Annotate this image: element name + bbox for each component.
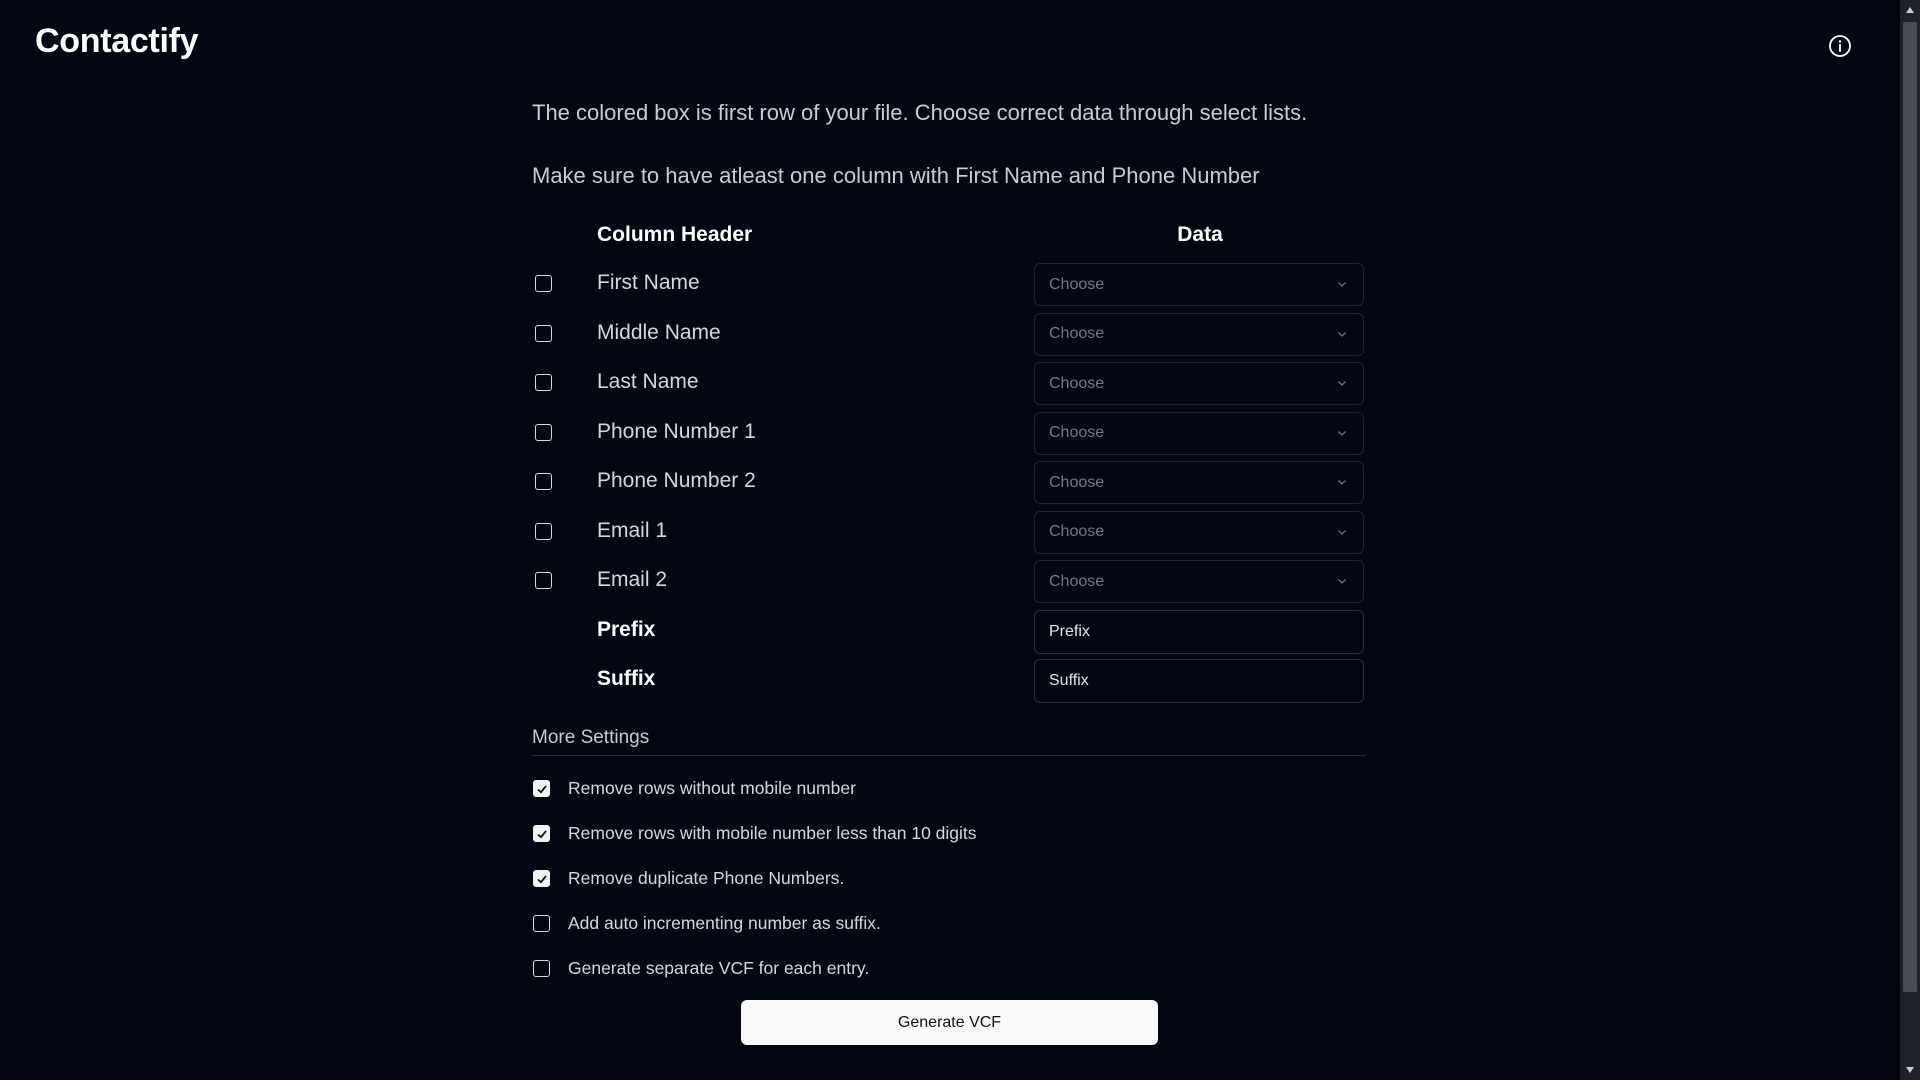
chevron-down-icon [1338, 430, 1346, 436]
field-select[interactable]: Choose [1034, 461, 1364, 504]
suffix-input[interactable] [1034, 659, 1364, 703]
prefix-input[interactable] [1034, 609, 1364, 654]
field-label: First Name [597, 271, 700, 294]
chevron-down-icon [1338, 282, 1346, 287]
field-row-middle-name: Middle Name Choose [532, 312, 1366, 363]
mapping-rows: First Name Choose Middle Name Choose Las… [532, 263, 1366, 709]
option-label: Remove rows with mobile number less than… [568, 823, 977, 843]
scroll-down-arrow-icon[interactable] [1905, 1066, 1915, 1074]
field-checkbox[interactable] [535, 572, 552, 589]
field-label: Phone Number 2 [597, 469, 756, 492]
app-logo-title: Contactify [35, 22, 199, 60]
field-label: Email 1 [597, 518, 668, 542]
scroll-up-arrow-icon[interactable] [1905, 6, 1915, 14]
generate-vcf-button[interactable]: Generate VCF [741, 1000, 1158, 1045]
field-checkbox[interactable] [535, 275, 552, 292]
select-value: Choose [1049, 275, 1105, 293]
mapping-table-header: Column Header Data [532, 223, 1366, 253]
intro-text-2: Make sure to have atleast one column wit… [532, 163, 1260, 188]
field-label: Phone Number 1 [597, 419, 756, 443]
field-row-email-1: Email 1 Choose [532, 510, 1366, 561]
suffix-row: Suffix [532, 659, 1366, 709]
field-select[interactable]: Choose [1034, 312, 1364, 356]
option-auto-increment-suffix[interactable]: Add auto incrementing number as suffix. [532, 899, 1366, 944]
prefix-label: Prefix [597, 617, 656, 641]
more-settings-section: More Settings Remove rows without mobile… [532, 727, 1366, 989]
field-label: Last Name [597, 370, 699, 393]
field-select[interactable]: Choose [1034, 560, 1364, 603]
chevron-down-icon [1338, 579, 1346, 584]
field-row-email-2: Email 2 Choose [532, 560, 1366, 610]
option-label: Generate separate VCF for each entry. [568, 958, 870, 978]
option-checkbox[interactable] [533, 825, 550, 842]
select-value: Choose [1049, 424, 1105, 441]
option-remove-duplicates[interactable]: Remove duplicate Phone Numbers. [532, 854, 1366, 899]
field-checkbox[interactable] [535, 423, 552, 441]
field-checkbox[interactable] [535, 522, 552, 540]
chevron-down-icon [1338, 529, 1346, 535]
field-checkbox[interactable] [535, 374, 552, 391]
option-label: Add auto incrementing number as suffix. [568, 913, 881, 933]
prefix-row: Prefix [532, 609, 1366, 660]
field-select[interactable]: Choose [1034, 263, 1364, 306]
chevron-down-icon [1338, 331, 1346, 337]
suffix-label: Suffix [597, 667, 656, 690]
select-value: Choose [1049, 325, 1105, 342]
select-value: Choose [1049, 473, 1105, 491]
select-value: Choose [1049, 374, 1105, 392]
field-label: Email 2 [597, 568, 668, 591]
check-icon [536, 829, 547, 839]
field-select[interactable]: Choose [1034, 362, 1364, 405]
select-value: Choose [1049, 523, 1105, 540]
vertical-scrollbar[interactable] [1900, 0, 1920, 1080]
field-label: Middle Name [597, 320, 721, 344]
field-select[interactable]: Choose [1034, 510, 1364, 554]
intro-text-1: The colored box is first row of your fil… [532, 100, 1308, 125]
field-checkbox[interactable] [535, 324, 552, 342]
scrollbar-thumb[interactable] [1903, 22, 1917, 992]
select-value: Choose [1049, 572, 1105, 590]
data-heading: Data [1177, 223, 1223, 246]
chevron-down-icon [1338, 480, 1346, 485]
option-separate-vcf[interactable]: Generate separate VCF for each entry. [532, 944, 1366, 989]
check-icon [536, 784, 547, 794]
option-checkbox[interactable] [533, 870, 550, 887]
option-checkbox[interactable] [533, 915, 550, 932]
option-label: Remove rows without mobile number [568, 778, 856, 798]
info-icon[interactable] [1827, 33, 1853, 59]
more-settings-options: Remove rows without mobile number Remove… [532, 756, 1366, 989]
more-settings-title: More Settings [532, 727, 1366, 756]
field-row-phone-number-2: Phone Number 2 Choose [532, 461, 1366, 511]
option-remove-no-mobile[interactable]: Remove rows without mobile number [532, 764, 1366, 809]
option-checkbox[interactable] [533, 780, 550, 797]
field-row-last-name: Last Name Choose [532, 362, 1366, 412]
option-remove-short-mobile[interactable]: Remove rows with mobile number less than… [532, 809, 1366, 854]
check-icon [536, 874, 547, 884]
column-header-heading: Column Header [597, 223, 753, 246]
app-root: Contactify The colored box is first row … [0, 0, 1920, 1080]
chevron-down-icon [1338, 381, 1346, 386]
option-label: Remove duplicate Phone Numbers. [568, 868, 845, 888]
field-row-phone-number-1: Phone Number 1 Choose [532, 411, 1366, 462]
option-checkbox[interactable] [533, 960, 550, 977]
mapping-panel: The colored box is first row of your fil… [532, 95, 1366, 978]
field-select[interactable]: Choose [1034, 411, 1364, 455]
field-row-first-name: First Name Choose [532, 263, 1366, 313]
field-checkbox[interactable] [535, 473, 552, 490]
